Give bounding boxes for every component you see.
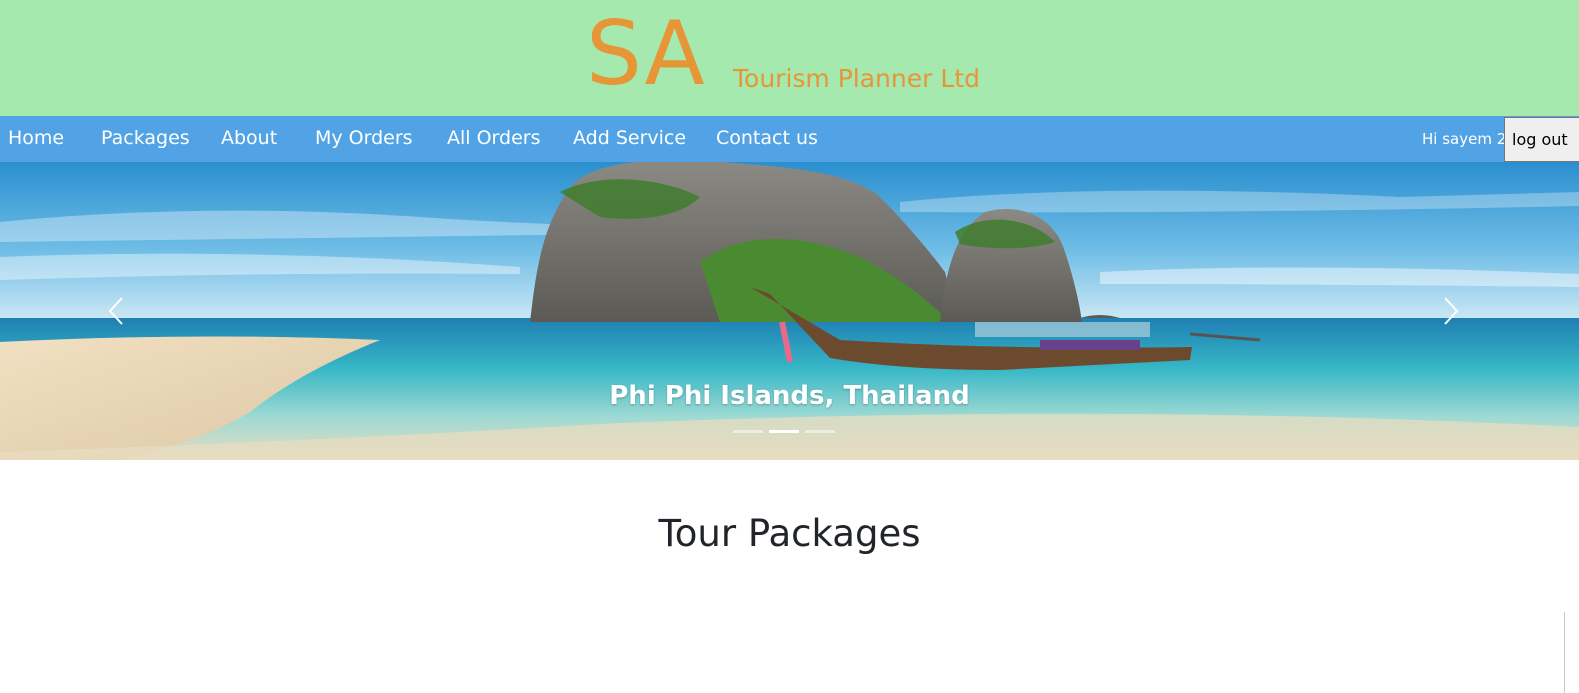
main-navbar: Home Packages About My Orders All Orders… <box>0 116 1579 162</box>
nav-about-link[interactable]: About <box>221 116 277 162</box>
brand-header: SA Tourism Planner Ltd <box>0 0 1579 116</box>
carousel-indicator-2[interactable] <box>769 430 799 433</box>
hero-carousel: Phi Phi Islands, Thailand <box>0 162 1579 460</box>
carousel-indicator-1[interactable] <box>733 430 763 433</box>
nav-contact-us-link[interactable]: Contact us <box>716 116 818 162</box>
carousel-caption: Phi Phi Islands, Thailand <box>609 381 970 411</box>
nav-add-service-link[interactable]: Add Service <box>573 116 686 162</box>
user-greeting: Hi sayem 2 <box>1422 130 1507 148</box>
tour-packages-heading: Tour Packages <box>658 512 921 555</box>
divider <box>1564 612 1565 693</box>
carousel-prev-button[interactable] <box>102 294 132 328</box>
nav-home-link[interactable]: Home <box>8 116 64 162</box>
carousel-indicator-3[interactable] <box>805 430 835 433</box>
chevron-left-icon <box>108 297 123 325</box>
chevron-right-icon <box>1444 297 1459 325</box>
company-name: Tourism Planner Ltd <box>733 64 980 93</box>
nav-packages-link[interactable]: Packages <box>101 116 190 162</box>
nav-my-orders-link[interactable]: My Orders <box>315 116 413 162</box>
nav-all-orders-link[interactable]: All Orders <box>447 116 541 162</box>
logout-button[interactable]: log out <box>1504 117 1579 162</box>
carousel-indicators <box>733 430 843 436</box>
carousel-next-button[interactable] <box>1437 294 1467 328</box>
carousel-slide-image <box>0 162 1579 460</box>
brand-logo: SA <box>586 2 706 105</box>
